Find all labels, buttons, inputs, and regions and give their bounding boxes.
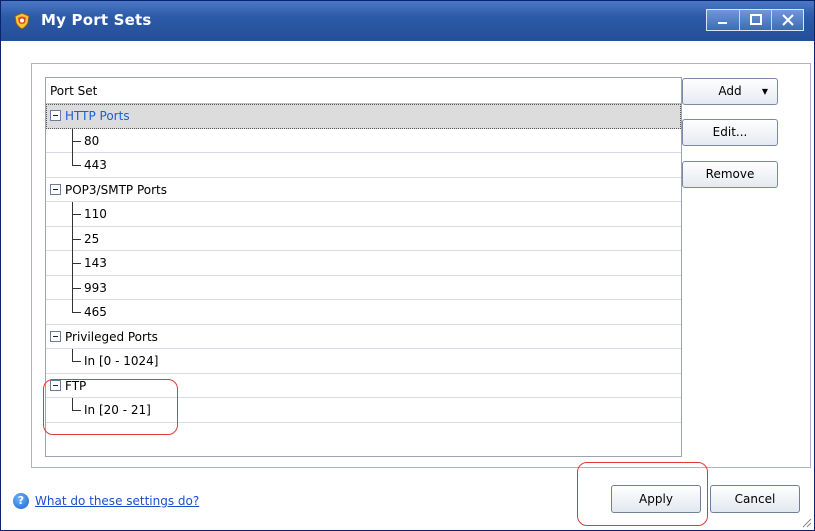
collapse-icon[interactable] [50,110,61,121]
group-label: Privileged Ports [65,329,158,344]
caption-buttons [706,9,804,31]
port-value: 465 [84,305,107,319]
highlight-annotation-ftp [43,379,178,435]
help-link[interactable]: What do these settings do? [35,494,199,508]
add-label: Add [718,84,742,98]
tree-item-port[interactable]: 465 [46,300,681,325]
tree-item-port[interactable]: 143 [46,251,681,276]
add-button[interactable]: Add ▼ [682,78,778,105]
maximize-button[interactable] [739,10,771,30]
help-icon[interactable]: ? [13,493,29,509]
port-value: 143 [84,256,107,270]
close-icon [782,14,794,26]
port-value: 443 [84,158,107,172]
close-button[interactable] [771,10,803,30]
group-label: HTTP Ports [65,109,130,123]
tree-item-port[interactable]: 110 [46,202,681,227]
tree-group-privileged-ports[interactable]: Privileged Ports [46,325,681,349]
collapse-icon[interactable] [50,330,61,342]
tree-item-port[interactable]: 25 [46,226,681,252]
port-value: 110 [84,207,107,221]
collapse-icon[interactable] [50,183,61,195]
maximize-icon [750,14,762,25]
port-value: 25 [84,231,100,246]
resize-grip-icon[interactable] [800,516,812,528]
highlight-annotation-apply [577,462,708,526]
port-value: 80 [84,133,100,148]
tree-item-port[interactable]: 993 [46,275,681,301]
dropdown-arrow-icon: ▼ [761,87,768,96]
my-port-sets-window: My Port Sets Port Set HTTP Ports 80 443 … [0,0,815,531]
tree-item-port[interactable]: 443 [46,153,681,178]
minimize-icon [718,22,727,24]
remove-button[interactable]: Remove [682,161,778,188]
tree-item-port-range[interactable]: In [0 - 1024] [46,349,681,374]
window-title: My Port Sets [41,11,152,29]
help-section: ? What do these settings do? [13,491,199,511]
column-header-port-set[interactable]: Port Set [46,78,681,104]
edit-button[interactable]: Edit... [682,119,778,146]
shield-app-icon [14,12,30,30]
group-label: POP3/SMTP Ports [65,182,167,197]
minimize-button[interactable] [707,10,739,30]
tree-item-port[interactable]: 80 [46,128,681,154]
port-value: In [0 - 1024] [84,354,159,368]
cancel-button[interactable]: Cancel [710,485,800,513]
port-value: 993 [84,280,107,295]
tree-group-pop3-smtp-ports[interactable]: POP3/SMTP Ports [46,178,681,202]
tree-group-http-ports[interactable]: HTTP Ports [46,104,681,129]
title-bar[interactable]: My Port Sets [1,1,814,41]
